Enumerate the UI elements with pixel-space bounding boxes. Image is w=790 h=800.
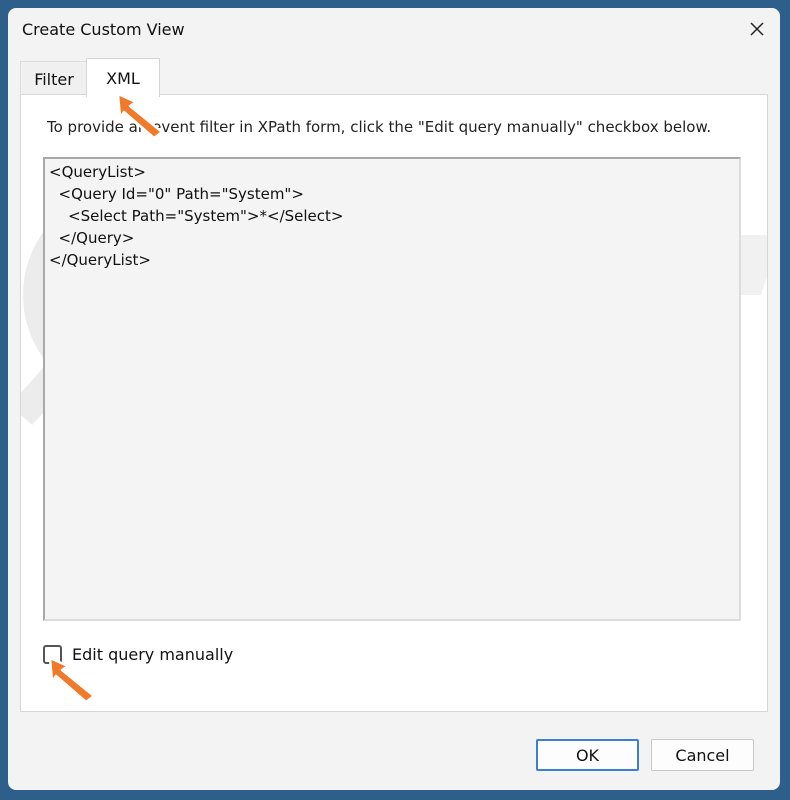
title-bar: Create Custom View [8, 8, 780, 52]
query-line: <Query Id="0" Path="System"> [49, 185, 304, 203]
edit-query-manually-label: Edit query manually [72, 644, 234, 664]
tab-xml[interactable]: XML [86, 58, 160, 97]
tab-filter[interactable]: Filter [20, 61, 88, 96]
xml-instruction: To provide an event filter in XPath form… [47, 118, 712, 136]
close-button[interactable] [742, 14, 772, 44]
cancel-button[interactable]: Cancel [651, 739, 754, 771]
query-textarea[interactable]: <QueryList> <Query Id="0" Path="System">… [43, 157, 741, 621]
edit-query-manually-option[interactable]: Edit query manually [43, 643, 233, 665]
query-line: <QueryList> [49, 163, 146, 181]
create-custom-view-dialog: Create Custom View Filter XML To provide… [8, 8, 780, 790]
xml-tab-panel: To provide an event filter in XPath form… [20, 94, 768, 712]
ok-button[interactable]: OK [536, 739, 639, 771]
tab-filter-label: Filter [34, 69, 74, 89]
dialog-title: Create Custom View [22, 20, 185, 39]
query-line: </Query> [49, 229, 135, 247]
close-icon [750, 22, 764, 36]
query-line: </QueryList> [49, 251, 151, 269]
query-line: <Select Path="System">*</Select> [49, 207, 344, 225]
tab-xml-label: XML [106, 68, 140, 88]
edit-query-manually-checkbox[interactable] [43, 644, 62, 664]
